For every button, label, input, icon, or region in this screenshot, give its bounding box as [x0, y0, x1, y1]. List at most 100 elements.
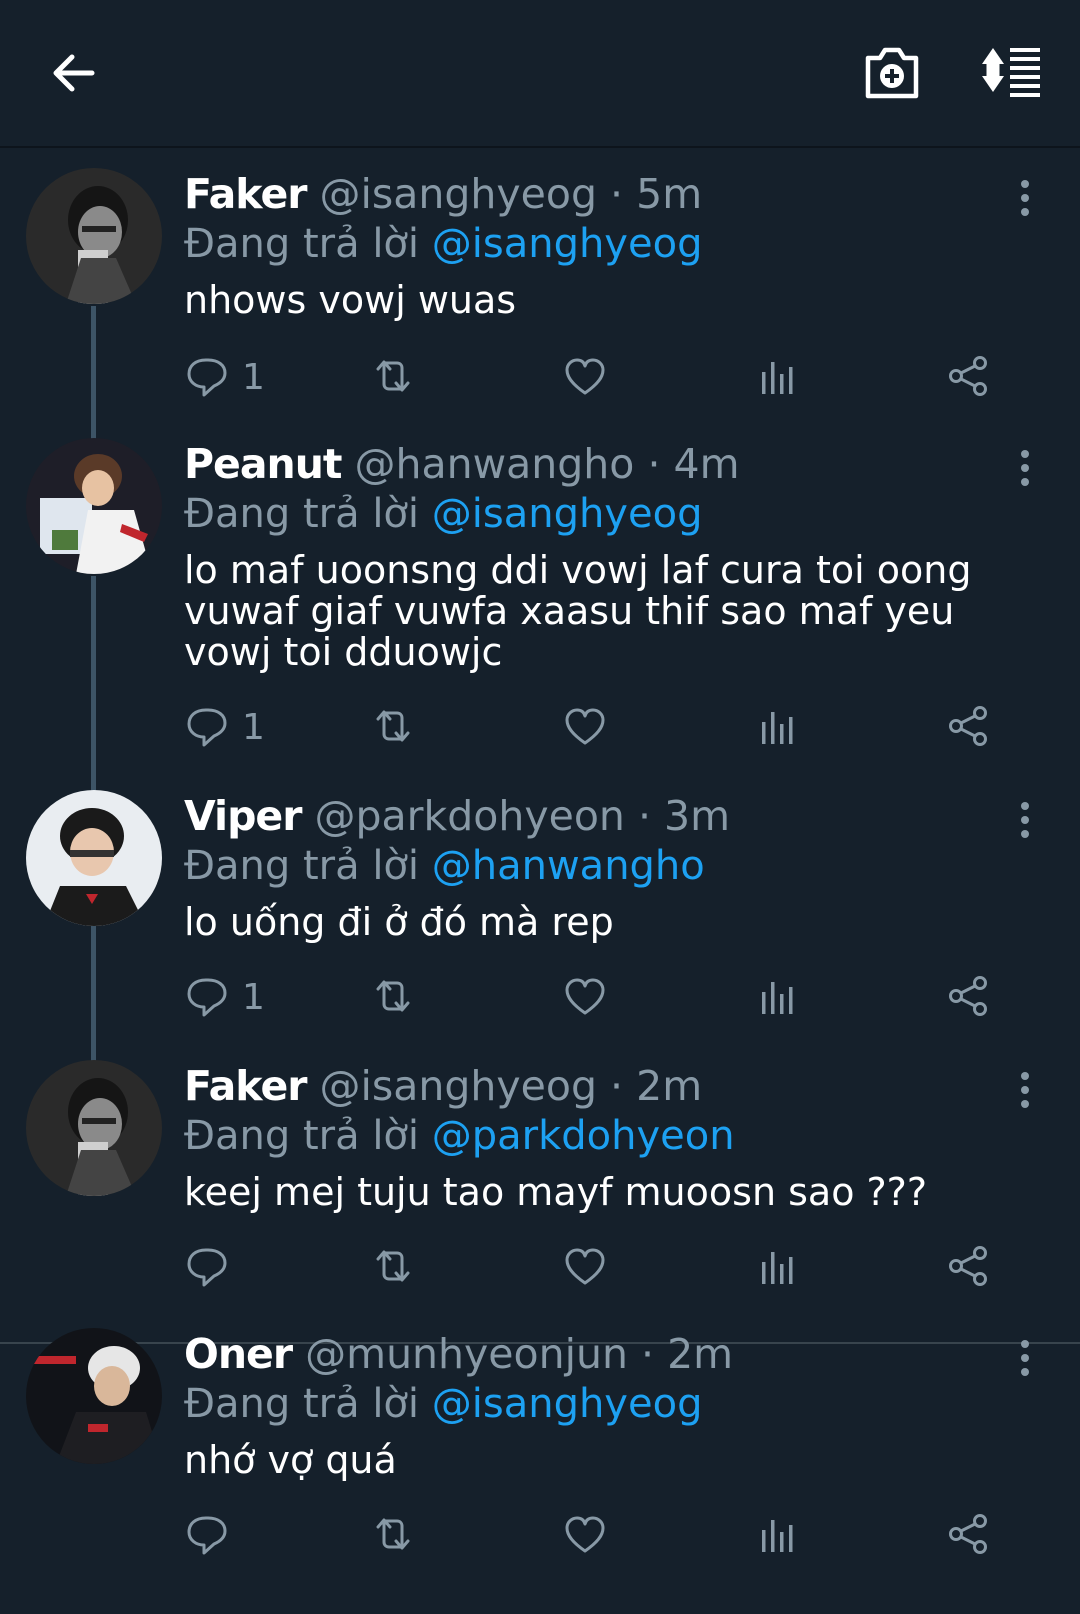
analytics-icon [762, 362, 793, 394]
reply-button[interactable] [184, 1242, 242, 1292]
more-options-button[interactable] [1010, 800, 1040, 840]
faker-avatar [26, 1060, 162, 1196]
user-handle[interactable]: @parkdohyeon [315, 792, 625, 840]
mention-link[interactable]: @parkdohyeon [432, 1113, 735, 1159]
tweet-text: keej mej tuju tao mayf muoosn sao ??? [184, 1170, 928, 1214]
avatar[interactable] [26, 1060, 162, 1196]
arrow-left-icon [53, 54, 95, 92]
mention-link[interactable]: @isanghyeog [432, 1381, 703, 1427]
avatar[interactable] [26, 790, 162, 926]
tweet[interactable]: Faker @isanghyeog · 2m Đang trả lời @par… [0, 1060, 1080, 1342]
analytics-icon [762, 1520, 793, 1552]
mention-link[interactable]: @hanwangho [432, 843, 705, 889]
mention-link[interactable]: @isanghyeog [432, 221, 703, 267]
retweet-button[interactable] [370, 1510, 416, 1560]
more-vertical-icon [1021, 1340, 1029, 1376]
retweet-icon [376, 980, 410, 1012]
more-vertical-icon [1021, 180, 1029, 216]
like-button[interactable] [562, 1242, 608, 1292]
share-button[interactable] [946, 972, 992, 1022]
analytics-icon [762, 712, 793, 744]
retweet-icon [376, 710, 410, 742]
oner-avatar [26, 1328, 162, 1464]
analytics-button[interactable] [756, 1510, 802, 1560]
like-button[interactable] [562, 352, 608, 402]
reply-count: 1 [242, 356, 265, 398]
more-vertical-icon [1021, 802, 1029, 838]
reply-button[interactable]: 1 [184, 972, 265, 1022]
replying-prefix: Đang trả lời [184, 843, 420, 889]
analytics-icon [762, 982, 793, 1014]
heart-icon [565, 358, 605, 395]
display-name[interactable]: Oner [184, 1330, 293, 1378]
reply-icon [187, 358, 227, 397]
share-button[interactable] [946, 352, 992, 402]
top-app-bar [0, 0, 1080, 148]
timestamp: · 3m [637, 792, 731, 840]
reply-icon [187, 1516, 227, 1555]
more-options-button[interactable] [1010, 178, 1040, 218]
analytics-button[interactable] [756, 352, 802, 402]
replying-to: Đang trả lời @parkdohyeon [184, 1112, 735, 1160]
reply-count: 1 [242, 706, 265, 748]
tweet[interactable]: Oner @munhyeonjun · 2m Đang trả lời @isa… [0, 1328, 1080, 1614]
tweet-text: nhows vowj wuas [184, 278, 517, 322]
heart-icon [565, 708, 605, 745]
tweet-actions: 1 [184, 352, 1044, 402]
timestamp: · 4m [647, 440, 740, 488]
analytics-button[interactable] [756, 702, 802, 752]
like-button[interactable] [562, 1510, 608, 1560]
share-button[interactable] [946, 1510, 992, 1560]
reply-icon [187, 708, 227, 747]
tweet[interactable]: Peanut @hanwangho · 4m Đang trả lời @isa… [0, 438, 1080, 788]
replying-to: Đang trả lời @isanghyeog [184, 220, 702, 268]
retweet-icon [376, 1250, 410, 1282]
mention-link[interactable]: @isanghyeog [432, 491, 703, 537]
more-options-button[interactable] [1010, 1338, 1040, 1378]
sort-button[interactable] [978, 42, 1048, 106]
replying-to: Đang trả lời @isanghyeog [184, 1380, 702, 1428]
display-name[interactable]: Viper [184, 792, 302, 840]
user-handle[interactable]: @hanwangho [355, 440, 635, 488]
analytics-button[interactable] [756, 972, 802, 1022]
replying-to: Đang trả lời @hanwangho [184, 842, 705, 890]
share-icon [949, 706, 987, 746]
retweet-button[interactable] [370, 1242, 416, 1292]
retweet-button[interactable] [370, 352, 416, 402]
reply-icon [187, 978, 227, 1017]
display-name[interactable]: Faker [184, 1062, 307, 1110]
analytics-button[interactable] [756, 1242, 802, 1292]
tweet-actions [184, 1510, 1044, 1560]
user-handle[interactable]: @isanghyeog [320, 170, 597, 218]
avatar[interactable] [26, 168, 162, 304]
tweet-header: Faker @isanghyeog · 5m [184, 170, 702, 218]
avatar[interactable] [26, 1328, 162, 1464]
user-handle[interactable]: @munhyeonjun [305, 1330, 628, 1378]
viper-avatar [26, 790, 162, 926]
tweet[interactable]: Faker @isanghyeog · 5m Đang trả lời @isa… [0, 168, 1080, 438]
timestamp: · 5m [610, 170, 703, 218]
user-handle[interactable]: @isanghyeog [320, 1062, 597, 1110]
like-button[interactable] [562, 972, 608, 1022]
more-options-button[interactable] [1010, 448, 1040, 488]
display-name[interactable]: Faker [184, 170, 307, 218]
reply-button[interactable]: 1 [184, 702, 265, 752]
more-options-button[interactable] [1010, 1070, 1040, 1110]
reply-button[interactable] [184, 1510, 242, 1560]
peanut-avatar [26, 438, 162, 574]
back-button[interactable] [44, 44, 104, 104]
retweet-button[interactable] [370, 972, 416, 1022]
retweet-button[interactable] [370, 702, 416, 752]
share-button[interactable] [946, 1242, 992, 1292]
reply-button[interactable]: 1 [184, 352, 265, 402]
avatar[interactable] [26, 438, 162, 574]
camera-button[interactable] [860, 44, 924, 104]
replying-prefix: Đang trả lời [184, 1381, 420, 1427]
like-button[interactable] [562, 702, 608, 752]
tweet-text: lo maf uoonsng ddi vowj laf cura toi oon… [184, 548, 972, 674]
reply-icon [187, 1248, 227, 1287]
display-name[interactable]: Peanut [184, 440, 342, 488]
share-button[interactable] [946, 702, 992, 752]
tweet[interactable]: Viper @parkdohyeon · 3m Đang trả lời @ha… [0, 790, 1080, 1060]
tweet-header: Oner @munhyeonjun · 2m [184, 1330, 733, 1378]
